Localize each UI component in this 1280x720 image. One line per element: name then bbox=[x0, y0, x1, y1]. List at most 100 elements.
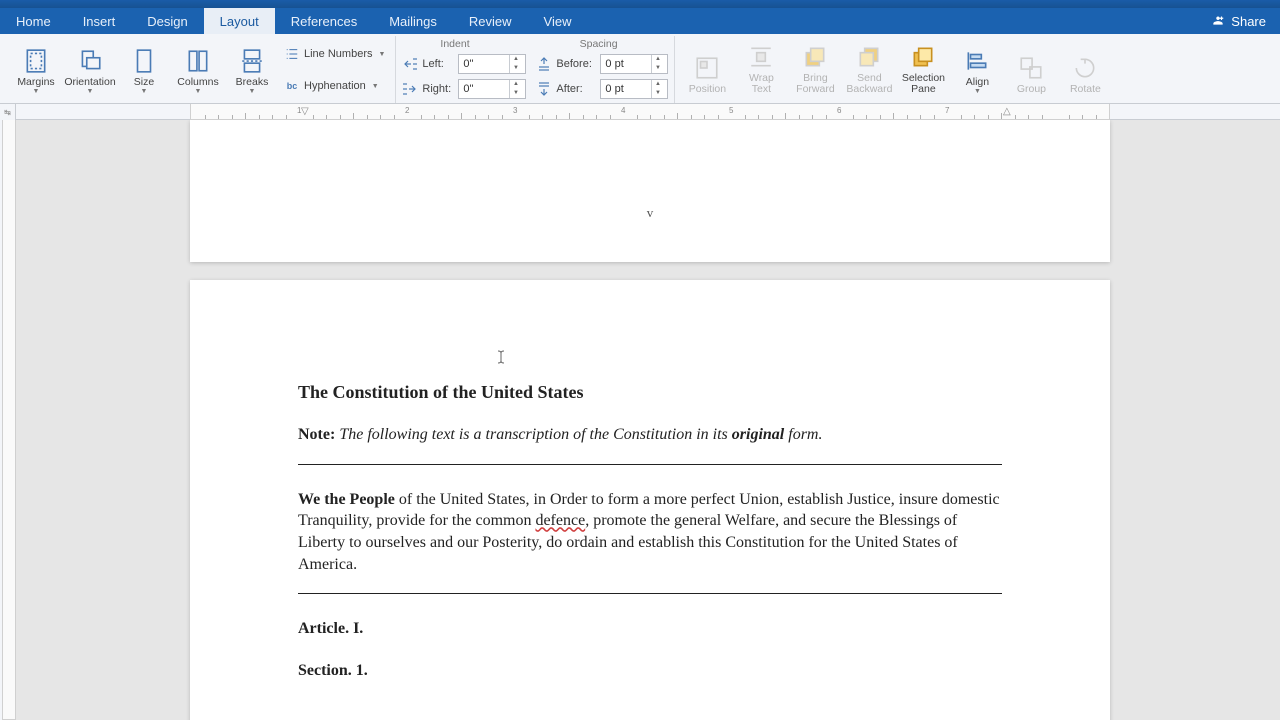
share-button[interactable]: Share bbox=[1197, 8, 1280, 34]
page-current[interactable]: The Constitution of the United States No… bbox=[190, 280, 1110, 720]
size-icon bbox=[130, 47, 158, 75]
chevron-down-icon: ▼ bbox=[372, 83, 379, 90]
spinner-up[interactable]: ▲ bbox=[652, 80, 663, 89]
spinner-down[interactable]: ▼ bbox=[510, 89, 521, 98]
doc-note: Note: The following text is a transcript… bbox=[298, 424, 1002, 446]
chevron-down-icon: ▼ bbox=[249, 88, 256, 96]
group-icon bbox=[1017, 54, 1045, 82]
rotate-icon bbox=[1071, 54, 1099, 82]
margins-icon bbox=[22, 47, 50, 75]
group-page-setup: Margins ▼ Orientation ▼ Size ▼ bbox=[4, 36, 396, 103]
tab-layout[interactable]: Layout bbox=[204, 8, 275, 34]
spacing-before-icon bbox=[536, 56, 552, 72]
indent-left-label: Left: bbox=[422, 58, 454, 70]
page-previous[interactable]: v bbox=[190, 120, 1110, 262]
position-icon bbox=[693, 54, 721, 82]
columns-button[interactable]: Columns ▼ bbox=[172, 38, 224, 98]
page-marker: v bbox=[647, 205, 654, 221]
line-numbers-button[interactable]: Line Numbers ▼ bbox=[280, 44, 389, 64]
chevron-down-icon: ▼ bbox=[87, 88, 94, 96]
breaks-icon bbox=[238, 47, 266, 75]
chevron-down-icon: ▼ bbox=[33, 88, 40, 96]
spacing-title: Spacing bbox=[576, 38, 618, 52]
ruler-corner: ↹ bbox=[0, 104, 16, 120]
spacing-after-icon bbox=[536, 81, 552, 97]
tab-home[interactable]: Home bbox=[0, 8, 67, 34]
position-button: Position bbox=[681, 38, 733, 98]
spinner-up[interactable]: ▲ bbox=[510, 55, 521, 64]
ribbon-tabs-bar: HomeInsertDesignLayoutReferencesMailings… bbox=[0, 8, 1280, 34]
group-button: Group bbox=[1005, 38, 1057, 98]
align-icon bbox=[963, 47, 991, 75]
align-button[interactable]: Align ▼ bbox=[951, 38, 1003, 98]
indent-marker-right[interactable]: △ bbox=[1003, 106, 1011, 117]
tab-design[interactable]: Design bbox=[131, 8, 203, 34]
tab-view[interactable]: View bbox=[528, 8, 588, 34]
send-backward-icon bbox=[855, 43, 883, 71]
spacing-after-spinner[interactable]: ▲▼ bbox=[600, 79, 668, 99]
document-workspace[interactable]: v The Constitution of the United States … bbox=[0, 120, 1280, 720]
size-button[interactable]: Size ▼ bbox=[118, 38, 170, 98]
indent-marker-left[interactable]: ▽ bbox=[301, 106, 309, 117]
horizontal-ruler[interactable]: 1234567 ▽ △ bbox=[190, 104, 1110, 120]
spacing-after-label: After: bbox=[556, 83, 596, 95]
rotate-button: Rotate bbox=[1059, 38, 1111, 98]
vertical-ruler[interactable] bbox=[0, 120, 16, 720]
margins-button[interactable]: Margins ▼ bbox=[10, 38, 62, 98]
breaks-button[interactable]: Breaks ▼ bbox=[226, 38, 278, 98]
wrap-text-icon bbox=[747, 43, 775, 71]
selection-pane-button[interactable]: Selection Pane bbox=[897, 38, 949, 98]
doc-section: Section. 1. bbox=[298, 660, 1002, 682]
spacing-before-input[interactable] bbox=[601, 55, 651, 73]
doc-preamble: We the People of the United States, in O… bbox=[298, 489, 1002, 575]
columns-icon bbox=[184, 47, 212, 75]
divider bbox=[298, 464, 1002, 465]
chevron-down-icon: ▼ bbox=[195, 88, 202, 96]
wrap-text-button: Wrap Text bbox=[735, 38, 787, 98]
hyphenation-button[interactable]: bc Hyphenation ▼ bbox=[280, 76, 389, 96]
ruler-tick: 6 bbox=[837, 106, 841, 115]
share-icon bbox=[1211, 13, 1225, 30]
ruler-tick: 4 bbox=[621, 106, 625, 115]
orientation-icon bbox=[76, 47, 104, 75]
divider bbox=[298, 593, 1002, 594]
group-arrange: Position Wrap Text Bring Forward Send Ba… bbox=[675, 36, 1117, 103]
chevron-down-icon: ▼ bbox=[974, 88, 981, 96]
orientation-button[interactable]: Orientation ▼ bbox=[64, 38, 116, 98]
spinner-down[interactable]: ▼ bbox=[652, 64, 663, 73]
line-numbers-icon bbox=[284, 46, 300, 62]
ruler-tick: 7 bbox=[945, 106, 949, 115]
spacing-before-spinner[interactable]: ▲▼ bbox=[600, 54, 668, 74]
indent-left-spinner[interactable]: ▲▼ bbox=[458, 54, 526, 74]
spellcheck-underline[interactable]: defence bbox=[535, 512, 585, 529]
ruler-area: ↹ 1234567 ▽ △ bbox=[0, 104, 1280, 120]
ruler-tick: 2 bbox=[405, 106, 409, 115]
spinner-down[interactable]: ▼ bbox=[652, 89, 663, 98]
bring-forward-icon bbox=[801, 43, 829, 71]
indent-right-input[interactable] bbox=[459, 80, 509, 98]
send-backward-button: Send Backward bbox=[843, 38, 895, 98]
doc-article: Article. I. bbox=[298, 618, 1002, 640]
indent-left-icon bbox=[402, 56, 418, 72]
chevron-down-icon: ▼ bbox=[141, 88, 148, 96]
indent-title: Indent bbox=[436, 38, 469, 52]
share-label: Share bbox=[1231, 14, 1266, 29]
indent-right-spinner[interactable]: ▲▼ bbox=[458, 79, 526, 99]
ruler-tick: 5 bbox=[729, 106, 733, 115]
tab-references[interactable]: References bbox=[275, 8, 373, 34]
indent-left-input[interactable] bbox=[459, 55, 509, 73]
ruler-tick: 3 bbox=[513, 106, 517, 115]
spacing-after-input[interactable] bbox=[601, 80, 651, 98]
tab-review[interactable]: Review bbox=[453, 8, 528, 34]
title-bar bbox=[0, 0, 1280, 8]
group-paragraph: Indent Spacing Left: ▲▼ bbox=[396, 36, 675, 103]
tab-mailings[interactable]: Mailings bbox=[373, 8, 453, 34]
selection-pane-icon bbox=[909, 43, 937, 71]
doc-title: The Constitution of the United States bbox=[298, 380, 1002, 404]
document-content[interactable]: The Constitution of the United States No… bbox=[298, 380, 1002, 681]
indent-right-label: Right: bbox=[422, 83, 454, 95]
tab-insert[interactable]: Insert bbox=[67, 8, 132, 34]
spinner-down[interactable]: ▼ bbox=[510, 64, 521, 73]
spinner-up[interactable]: ▲ bbox=[510, 80, 521, 89]
spinner-up[interactable]: ▲ bbox=[652, 55, 663, 64]
